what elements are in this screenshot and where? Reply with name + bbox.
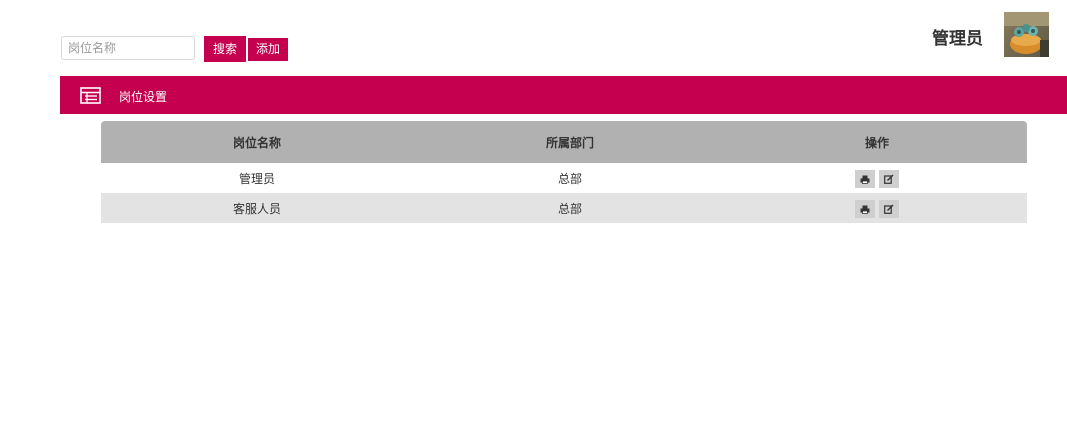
column-header-department: 所属部门 xyxy=(545,135,594,150)
print-button[interactable] xyxy=(855,170,875,188)
table-row: 客服人员 总部 xyxy=(101,193,1027,223)
cell-actions xyxy=(727,200,1027,218)
search-input[interactable] xyxy=(61,36,195,60)
printer-icon xyxy=(860,175,870,184)
title-label: 岗位设置 xyxy=(119,90,168,104)
cell-position-name: 管理员 xyxy=(238,171,275,186)
search-button[interactable]: 搜索 xyxy=(204,36,246,62)
edit-icon xyxy=(884,204,894,214)
avatar-photo-icon xyxy=(1004,12,1049,57)
cell-actions xyxy=(727,170,1027,188)
printer-icon xyxy=(860,205,870,214)
avatar[interactable] xyxy=(1004,12,1049,57)
cell-position-name: 客服人员 xyxy=(232,201,281,216)
column-header-name: 岗位名称 xyxy=(232,135,281,150)
cell-department: 总部 xyxy=(557,171,582,186)
table-row: 管理员 总部 xyxy=(101,163,1027,193)
page: 搜索 添加 管理员 xyxy=(0,0,1067,441)
add-button[interactable]: 添加 xyxy=(248,38,288,61)
print-button[interactable] xyxy=(855,200,875,218)
column-header-actions: 操作 xyxy=(864,135,889,150)
edit-button[interactable] xyxy=(879,170,899,188)
positions-table: 岗位名称 所属部门 操作 管理员 总部 客服人员 总部 xyxy=(101,121,1027,223)
username: 管理员 xyxy=(932,29,983,49)
edit-button[interactable] xyxy=(879,200,899,218)
list-table-icon xyxy=(80,87,101,104)
cell-department: 总部 xyxy=(557,201,582,216)
edit-icon xyxy=(884,174,894,184)
title-bar: 岗位设置 xyxy=(60,76,1067,114)
table-header: 岗位名称 所属部门 操作 xyxy=(101,121,1027,163)
